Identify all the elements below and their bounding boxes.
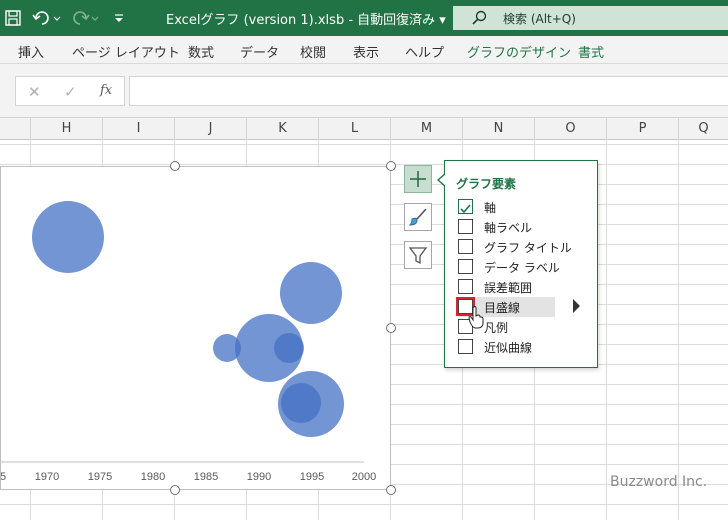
tab-page-layout[interactable]: ページ レイアウト bbox=[72, 42, 180, 61]
chart-element-label: 軸ラベル bbox=[484, 221, 533, 235]
search-box[interactable]: 検索 (Alt+Q) bbox=[453, 6, 728, 30]
axes-checkbox[interactable] bbox=[458, 199, 473, 214]
flyout-title: グラフ要素 bbox=[456, 177, 517, 191]
chart-element-trendline[interactable]: 近似曲線 bbox=[458, 337, 555, 357]
confirm-icon[interactable]: ✓ bbox=[64, 83, 77, 101]
mouse-cursor-icon bbox=[468, 306, 484, 329]
ribbon-tabs: 挿入 ページ レイアウト 数式 データ 校閲 表示 ヘルプ グラフのデザイン 書… bbox=[0, 36, 728, 64]
chart-plot: 5 1970 1975 1980 1985 1990 1995 2000 bbox=[1, 201, 376, 483]
insert-function-icon[interactable]: fx bbox=[100, 83, 112, 98]
submenu-arrow-icon[interactable] bbox=[571, 297, 581, 319]
formula-input[interactable] bbox=[129, 76, 728, 106]
redo-icon[interactable] bbox=[70, 7, 100, 29]
window-title: Excelグラフ (version 1).xlsb - 自動回復済み ▾ bbox=[166, 13, 446, 28]
chart-title-checkbox[interactable] bbox=[458, 239, 473, 254]
tab-data[interactable]: データ bbox=[240, 42, 279, 61]
flyout-pointer-inner bbox=[439, 174, 446, 186]
bubble[interactable] bbox=[280, 262, 342, 324]
x-tick-label: 1995 bbox=[300, 471, 324, 483]
chart-element-data-labels[interactable]: データ ラベル bbox=[458, 257, 560, 277]
column-header-h[interactable]: H bbox=[30, 118, 102, 140]
trendline-checkbox[interactable] bbox=[458, 339, 473, 354]
formula-buttons: ✕ ✓ fx bbox=[15, 76, 125, 106]
x-tick-label: 1980 bbox=[141, 471, 165, 483]
chart-filters-button[interactable] bbox=[404, 241, 432, 269]
chart-element-label: 誤差範囲 bbox=[484, 281, 533, 295]
chart-element-chart-title[interactable]: グラフ タイトル bbox=[458, 237, 572, 257]
chart-elements-flyout: グラフ要素 軸 軸ラベル グラフ タイトル データ ラベル 誤差範囲 目盛線 凡… bbox=[444, 160, 598, 368]
tab-format[interactable]: 書式 bbox=[578, 42, 604, 61]
chart-element-error-bars[interactable]: 誤差範囲 bbox=[458, 277, 555, 297]
column-header-o[interactable]: O bbox=[534, 118, 606, 140]
resize-handle-right[interactable] bbox=[386, 323, 396, 333]
axis-titles-checkbox[interactable] bbox=[458, 219, 473, 234]
column-header-q[interactable]: Q bbox=[678, 118, 728, 140]
undo-icon[interactable] bbox=[32, 7, 62, 29]
tab-insert[interactable]: 挿入 bbox=[18, 42, 44, 61]
resize-handle-top[interactable] bbox=[170, 161, 180, 171]
resize-handle-top-right[interactable] bbox=[386, 161, 396, 171]
resize-handle-bottom[interactable] bbox=[170, 485, 180, 495]
save-icon[interactable] bbox=[4, 7, 22, 29]
error-bars-checkbox[interactable] bbox=[458, 279, 473, 294]
formula-bar: ✕ ✓ fx bbox=[0, 64, 728, 118]
tab-chart-design[interactable]: グラフのデザイン bbox=[467, 42, 571, 61]
chart-element-label: 凡例 bbox=[484, 321, 509, 335]
x-tick-label: 2000 bbox=[352, 471, 376, 483]
brush-icon bbox=[408, 208, 427, 226]
column-header-k[interactable]: K bbox=[246, 118, 318, 140]
x-tick-label: 1985 bbox=[194, 471, 218, 483]
tab-review[interactable]: 校閲 bbox=[300, 42, 326, 61]
x-tick-label: 1970 bbox=[35, 471, 59, 483]
chart-element-label: データ ラベル bbox=[484, 261, 560, 275]
column-header-p[interactable]: P bbox=[606, 118, 678, 140]
search-icon bbox=[472, 10, 487, 25]
check-icon bbox=[460, 204, 471, 214]
column-header-j[interactable]: J bbox=[174, 118, 246, 140]
column-header-i[interactable]: I bbox=[102, 118, 174, 140]
chart-elements-button[interactable] bbox=[404, 165, 432, 193]
tab-help[interactable]: ヘルプ bbox=[405, 42, 444, 61]
chart-element-axes[interactable]: 軸 bbox=[458, 197, 555, 217]
chart-element-label: 近似曲線 bbox=[484, 341, 533, 355]
chart-element-axis-titles[interactable]: 軸ラベル bbox=[458, 217, 555, 237]
x-tick-label: 1975 bbox=[88, 471, 112, 483]
chart-element-label: グラフ タイトル bbox=[484, 241, 572, 255]
x-tick-label: 5 bbox=[1, 471, 6, 483]
column-header-m[interactable]: M bbox=[390, 118, 462, 140]
resize-handle-bottom-right[interactable] bbox=[386, 485, 396, 495]
plus-icon bbox=[410, 171, 426, 187]
column-header-l[interactable]: L bbox=[318, 118, 390, 140]
column-header-n[interactable]: N bbox=[462, 118, 534, 140]
tab-view[interactable]: 表示 bbox=[353, 42, 379, 61]
data-labels-checkbox[interactable] bbox=[458, 259, 473, 274]
chart-element-label: 目盛線 bbox=[484, 301, 521, 315]
filter-icon bbox=[408, 247, 428, 265]
bubble[interactable] bbox=[32, 201, 104, 273]
cancel-icon[interactable]: ✕ bbox=[28, 83, 41, 101]
column-headers: H I J K L M N O P Q bbox=[0, 118, 728, 140]
chart-element-label: 軸 bbox=[484, 201, 497, 215]
customize-quick-access-icon[interactable] bbox=[112, 7, 126, 29]
search-placeholder: 検索 (Alt+Q) bbox=[503, 12, 576, 26]
watermark: Buzzword Inc. bbox=[610, 474, 708, 490]
title-bar: Excelグラフ (version 1).xlsb - 自動回復済み ▾ 検索 … bbox=[0, 0, 728, 36]
bubble[interactable] bbox=[274, 333, 304, 363]
tab-formulas[interactable]: 数式 bbox=[188, 42, 214, 61]
bubble[interactable] bbox=[281, 383, 321, 423]
x-tick-label: 1990 bbox=[247, 471, 271, 483]
chart-styles-button[interactable] bbox=[404, 203, 432, 231]
bubble-chart[interactable]: 5 1970 1975 1980 1985 1990 1995 2000 bbox=[0, 166, 391, 490]
